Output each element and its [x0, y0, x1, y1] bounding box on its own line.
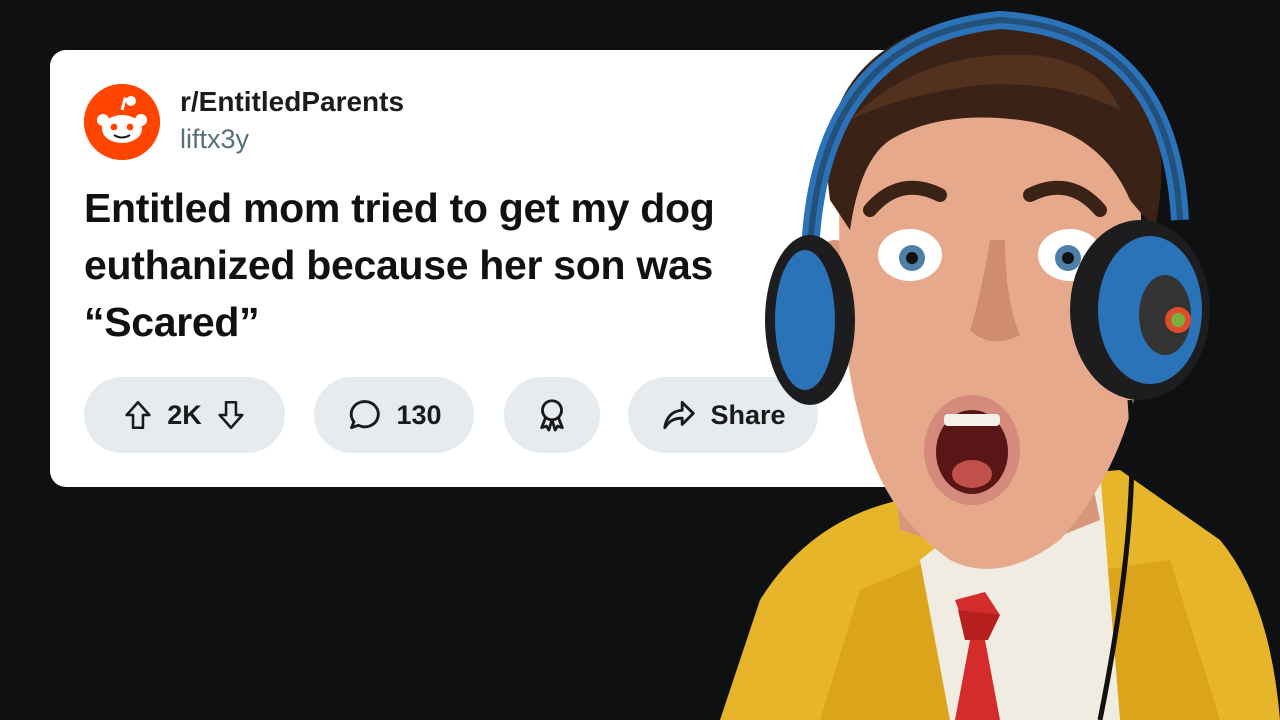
award-ribbon-icon	[533, 396, 571, 434]
username[interactable]: liftx3y	[180, 124, 249, 155]
subreddit-name[interactable]: r/EntitledParents	[180, 86, 404, 118]
comment-count: 130	[396, 399, 442, 430]
vote-score: 2K	[167, 399, 202, 430]
award-button[interactable]	[504, 377, 600, 453]
share-arrow-icon	[660, 396, 698, 434]
comments-button[interactable]: 130	[314, 377, 474, 453]
speech-bubble-icon	[346, 396, 384, 434]
arrow-down-icon[interactable]	[214, 398, 248, 432]
vote-bar: 2K	[84, 377, 285, 453]
arrow-up-icon[interactable]	[121, 398, 155, 432]
post-title[interactable]: Entitled mom tried to get my dog euthani…	[84, 180, 804, 351]
shocked-man-illustration	[720, 10, 1280, 720]
reddit-snoo-icon[interactable]	[84, 84, 160, 160]
